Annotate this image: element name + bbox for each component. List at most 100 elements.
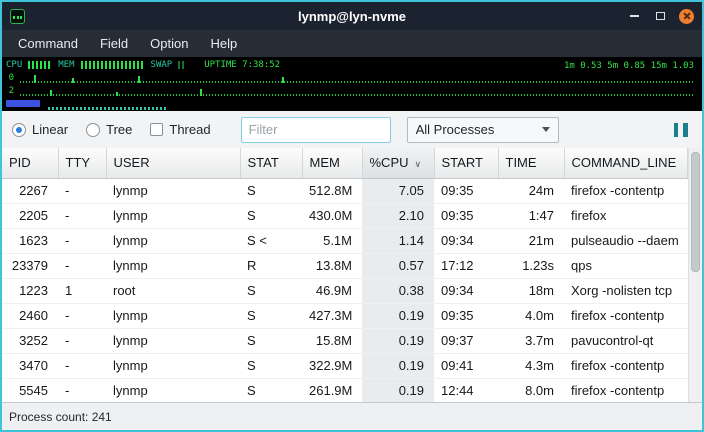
cell-stat: R <box>240 253 302 278</box>
table-row[interactable]: 2460-lynmpS427.3M0.1909:354.0mfirefox -c… <box>2 303 688 328</box>
micro-tick-marks <box>48 107 168 110</box>
close-button[interactable] <box>679 9 694 24</box>
process-filter-value: All Processes <box>416 122 536 137</box>
cpu-history-graph: 0 <box>6 72 698 85</box>
cell-mem: 512.8M <box>302 178 362 203</box>
cell-pid: 1623 <box>2 228 58 253</box>
table-row[interactable]: 23379-lynmpR13.8M0.5717:121.23sqps <box>2 253 688 278</box>
cell-user: lynmp <box>106 378 240 402</box>
thread-checkbox[interactable] <box>150 123 163 136</box>
cell-cpu: 0.19 <box>362 328 434 353</box>
cell-pid: 2267 <box>2 178 58 203</box>
cell-time: 8.0m <box>498 378 564 402</box>
menu-option[interactable]: Option <box>140 32 198 55</box>
table-row[interactable]: 1623-lynmpS <5.1M1.1409:3421mpulseaudio … <box>2 228 688 253</box>
cell-command_line: firefox <box>564 203 688 228</box>
window-title: lynmp@lyn-nvme <box>2 9 702 24</box>
cell-pid: 23379 <box>2 253 58 278</box>
table-row[interactable]: 5545-lynmpS261.9M0.1912:448.0mfirefox -c… <box>2 378 688 402</box>
vertical-scrollbar[interactable] <box>688 148 702 402</box>
cell-start: 09:35 <box>434 203 498 228</box>
graph-spike <box>72 78 74 83</box>
cell-cpu: 0.38 <box>362 278 434 303</box>
linear-radio-group[interactable]: Linear <box>12 122 68 137</box>
cell-stat: S <box>240 278 302 303</box>
cell-mem: 13.8M <box>302 253 362 278</box>
minimize-button[interactable] <box>627 9 641 23</box>
graph-spike <box>50 90 52 96</box>
column-header-tty[interactable]: TTY <box>58 148 106 178</box>
column-header-command-line[interactable]: COMMAND_LINE <box>564 148 688 178</box>
cell-time: 1:47 <box>498 203 564 228</box>
cell-tty: - <box>58 328 106 353</box>
filter-input[interactable] <box>241 117 391 143</box>
cell-time: 21m <box>498 228 564 253</box>
cell-stat: S <box>240 328 302 353</box>
cell-pid: 2205 <box>2 203 58 228</box>
column-header-time[interactable]: TIME <box>498 148 564 178</box>
column-header-pid[interactable]: PID <box>2 148 58 178</box>
scrollbar-thumb[interactable] <box>691 152 700 272</box>
cell-tty: - <box>58 178 106 203</box>
menu-bar: Command Field Option Help <box>2 30 702 57</box>
cell-user: lynmp <box>106 178 240 203</box>
cell-tty: - <box>58 353 106 378</box>
cell-pid: 3470 <box>2 353 58 378</box>
cell-stat: S <box>240 178 302 203</box>
cell-tty: - <box>58 253 106 278</box>
column-header-user[interactable]: USER <box>106 148 240 178</box>
cell-stat: S <box>240 203 302 228</box>
mem-meter <box>81 61 145 69</box>
menu-command[interactable]: Command <box>8 32 88 55</box>
cell-start: 09:34 <box>434 228 498 253</box>
menu-field[interactable]: Field <box>90 32 138 55</box>
process-count-text: Process count: 241 <box>9 410 112 424</box>
process-filter-select[interactable]: All Processes <box>407 117 559 143</box>
table-row[interactable]: 2205-lynmpS430.0M2.1009:351:47firefox <box>2 203 688 228</box>
cell-pid: 5545 <box>2 378 58 402</box>
table-row[interactable]: 2267-lynmpS512.8M7.0509:3524mfirefox -co… <box>2 178 688 203</box>
cell-command_line: firefox -contentp <box>564 378 688 402</box>
column-header-stat[interactable]: STAT <box>240 148 302 178</box>
cell-pid: 3252 <box>2 328 58 353</box>
cell-pid: 1223 <box>2 278 58 303</box>
cell-stat: S < <box>240 228 302 253</box>
swap-meter <box>178 61 184 69</box>
cell-time: 18m <box>498 278 564 303</box>
status-bar: Process count: 241 <box>2 402 702 430</box>
cell-cpu: 2.10 <box>362 203 434 228</box>
cell-command_line: firefox -contentp <box>564 353 688 378</box>
cell-user: lynmp <box>106 328 240 353</box>
title-bar[interactable]: lynmp@lyn-nvme <box>2 2 702 30</box>
cell-start: 17:12 <box>434 253 498 278</box>
cell-stat: S <box>240 303 302 328</box>
cell-pid: 2460 <box>2 303 58 328</box>
cpu-meter <box>28 61 52 69</box>
thread-checkbox-group[interactable]: Thread <box>150 122 210 137</box>
column-header-mem[interactable]: MEM <box>302 148 362 178</box>
cell-cpu: 0.57 <box>362 253 434 278</box>
cell-cpu: 0.19 <box>362 303 434 328</box>
tree-radio-group[interactable]: Tree <box>86 122 132 137</box>
table-row[interactable]: 3252-lynmpS15.8M0.1909:373.7mpavucontrol… <box>2 328 688 353</box>
chevron-down-icon <box>542 127 550 132</box>
cell-command_line: firefox -contentp <box>564 178 688 203</box>
tree-radio[interactable] <box>86 123 100 137</box>
menu-help[interactable]: Help <box>200 32 247 55</box>
table-row[interactable]: 12231rootS46.9M0.3809:3418mXorg -noliste… <box>2 278 688 303</box>
graph-field-1 <box>20 73 694 83</box>
table-row[interactable]: 3470-lynmpS322.9M0.1909:414.3mfirefox -c… <box>2 353 688 378</box>
sort-descending-icon: ∨ <box>415 159 422 169</box>
column-header-start[interactable]: START <box>434 148 498 178</box>
cell-mem: 430.0M <box>302 203 362 228</box>
blue-usage-bar <box>6 100 40 107</box>
pause-button[interactable] <box>674 123 688 137</box>
linear-radio[interactable] <box>12 123 26 137</box>
cell-mem: 261.9M <box>302 378 362 402</box>
column-header-cpu[interactable]: %CPU∨ <box>362 148 434 178</box>
monitor-summary-row: CPU MEM SWAP UPTIME 7:38:52 1m 0.53 5m 0… <box>6 59 698 72</box>
cell-time: 1.23s <box>498 253 564 278</box>
monitor-footer-row <box>6 97 698 110</box>
cell-cpu: 0.19 <box>362 353 434 378</box>
restore-button[interactable] <box>653 9 667 23</box>
